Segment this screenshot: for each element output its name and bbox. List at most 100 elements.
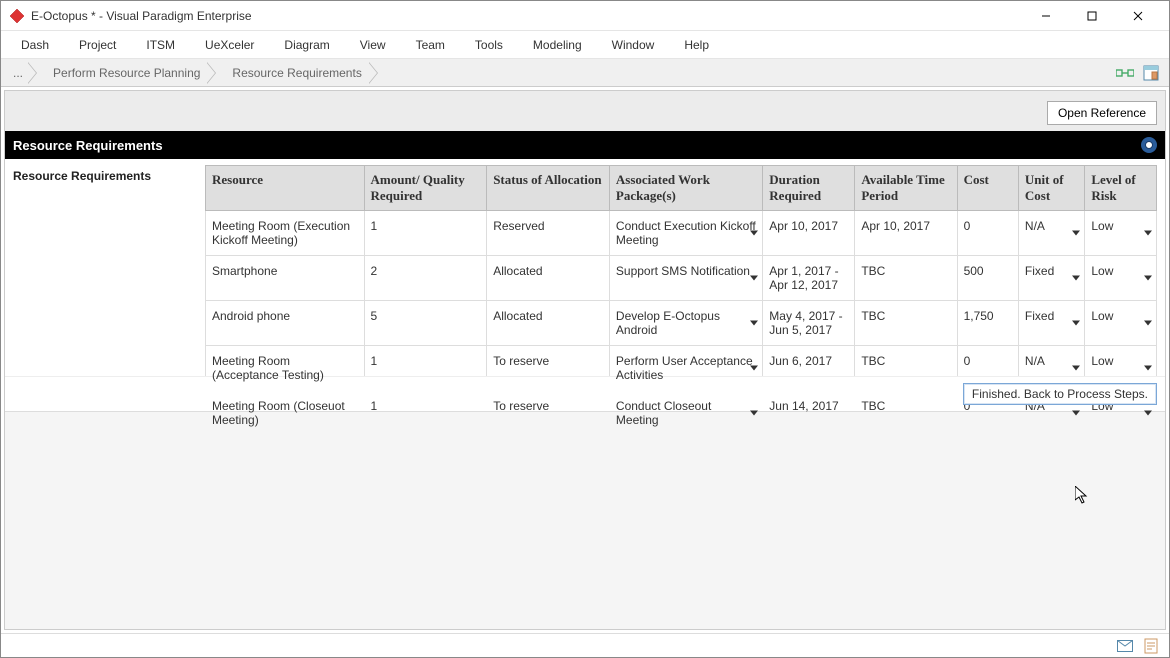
dropdown-caret-icon[interactable]: [1144, 276, 1152, 281]
cell-resource[interactable]: Meeting Room (Acceptance Testing): [206, 346, 365, 391]
cell-available[interactable]: TBC: [855, 256, 957, 301]
cell-available[interactable]: Apr 10, 2017: [855, 211, 957, 256]
breadcrumb-item-0[interactable]: Perform Resource Planning: [39, 62, 218, 84]
cell-amount[interactable]: 5: [364, 301, 487, 346]
cell-cost[interactable]: 0: [957, 211, 1018, 256]
menubar: Dash Project ITSM UeXceler Diagram View …: [1, 31, 1169, 59]
dropdown-caret-icon[interactable]: [1072, 321, 1080, 326]
cell-risk[interactable]: Low: [1085, 301, 1157, 346]
cell-package[interactable]: Develop E-Octopus Android: [609, 301, 762, 346]
cell-status[interactable]: To reserve: [487, 346, 610, 391]
table-row[interactable]: Meeting Room (Execution Kickoff Meeting)…: [206, 211, 1157, 256]
cell-available[interactable]: TBC: [855, 391, 957, 436]
dropdown-caret-icon[interactable]: [1072, 231, 1080, 236]
panel-header-title: Resource Requirements: [13, 138, 163, 153]
dropdown-caret-icon[interactable]: [1072, 366, 1080, 371]
cell-unit[interactable]: Fixed: [1018, 256, 1084, 301]
menu-modeling[interactable]: Modeling: [523, 34, 592, 56]
cell-duration[interactable]: Jun 14, 2017: [763, 391, 855, 436]
cell-package[interactable]: Perform User Acceptance Activities: [609, 346, 762, 391]
cell-amount[interactable]: 1: [364, 346, 487, 391]
close-button[interactable]: [1115, 1, 1161, 31]
menu-help[interactable]: Help: [674, 34, 719, 56]
dropdown-caret-icon[interactable]: [750, 411, 758, 416]
th-available[interactable]: Available Time Period: [855, 166, 957, 211]
toolbar-diagram-icon[interactable]: [1115, 63, 1135, 83]
cell-amount[interactable]: 1: [364, 211, 487, 256]
dropdown-caret-icon[interactable]: [1072, 411, 1080, 416]
dropdown-caret-icon[interactable]: [750, 276, 758, 281]
table-row[interactable]: Smartphone2AllocatedSupport SMS Notifica…: [206, 256, 1157, 301]
th-duration[interactable]: Duration Required: [763, 166, 855, 211]
cell-status[interactable]: Allocated: [487, 256, 610, 301]
dropdown-caret-icon[interactable]: [750, 231, 758, 236]
cell-resource[interactable]: Meeting Room (Execution Kickoff Meeting): [206, 211, 365, 256]
mail-icon[interactable]: [1117, 638, 1133, 654]
th-unit[interactable]: Unit of Cost: [1018, 166, 1084, 211]
menu-dash[interactable]: Dash: [11, 34, 59, 56]
cell-package[interactable]: Conduct Closeout Meeting: [609, 391, 762, 436]
cell-duration[interactable]: May 4, 2017 - Jun 5, 2017: [763, 301, 855, 346]
cell-resource[interactable]: Android phone: [206, 301, 365, 346]
toolbar-panel-icon[interactable]: [1141, 63, 1161, 83]
breadcrumb-item-1[interactable]: Resource Requirements: [218, 62, 379, 84]
menu-itsm[interactable]: ITSM: [136, 34, 185, 56]
cell-duration[interactable]: Apr 1, 2017 - Apr 12, 2017: [763, 256, 855, 301]
open-reference-button[interactable]: Open Reference: [1047, 101, 1157, 125]
dropdown-caret-icon[interactable]: [1072, 276, 1080, 281]
th-resource[interactable]: Resource: [206, 166, 365, 211]
dropdown-caret-icon[interactable]: [750, 366, 758, 371]
menu-view[interactable]: View: [350, 34, 396, 56]
cell-cost[interactable]: 500: [957, 256, 1018, 301]
dropdown-caret-icon[interactable]: [1144, 366, 1152, 371]
cell-status[interactable]: Reserved: [487, 211, 610, 256]
cell-resource[interactable]: Smartphone: [206, 256, 365, 301]
content-frame: Open Reference Resource Requirements Res…: [4, 90, 1166, 630]
th-package[interactable]: Associated Work Package(s): [609, 166, 762, 211]
cell-available[interactable]: TBC: [855, 346, 957, 391]
dropdown-caret-icon[interactable]: [1144, 411, 1152, 416]
dropdown-caret-icon[interactable]: [750, 321, 758, 326]
breadcrumb-overflow[interactable]: ...: [5, 62, 39, 84]
menu-diagram[interactable]: Diagram: [274, 34, 339, 56]
cell-available[interactable]: TBC: [855, 301, 957, 346]
panel-header: Resource Requirements: [5, 131, 1165, 159]
menu-team[interactable]: Team: [406, 34, 455, 56]
cell-amount[interactable]: 1: [364, 391, 487, 436]
cell-cost[interactable]: 1,750: [957, 301, 1018, 346]
menu-window[interactable]: Window: [602, 34, 665, 56]
th-risk[interactable]: Level of Risk: [1085, 166, 1157, 211]
window-title: E-Octopus * - Visual Paradigm Enterprise: [31, 9, 1023, 23]
menu-tools[interactable]: Tools: [465, 34, 513, 56]
breadcrumb: ... Perform Resource Planning Resource R…: [1, 59, 1169, 87]
statusbar: [1, 633, 1169, 657]
cell-duration[interactable]: Jun 6, 2017: [763, 346, 855, 391]
note-icon[interactable]: [1143, 638, 1159, 654]
menu-project[interactable]: Project: [69, 34, 126, 56]
menu-uexceler[interactable]: UeXceler: [195, 34, 264, 56]
minimize-button[interactable]: [1023, 1, 1069, 31]
side-label: Resource Requirements: [5, 159, 205, 376]
table-row[interactable]: Android phone5AllocatedDevelop E-Octopus…: [206, 301, 1157, 346]
cell-package[interactable]: Support SMS Notification: [609, 256, 762, 301]
titlebar: E-Octopus * - Visual Paradigm Enterprise: [1, 1, 1169, 31]
maximize-button[interactable]: [1069, 1, 1115, 31]
cell-resource[interactable]: Meeting Room (Closeuot Meeting): [206, 391, 365, 436]
finished-button[interactable]: Finished. Back to Process Steps.: [963, 383, 1157, 405]
dropdown-caret-icon[interactable]: [1144, 321, 1152, 326]
cell-unit[interactable]: N/A: [1018, 211, 1084, 256]
cell-status[interactable]: Allocated: [487, 301, 610, 346]
target-icon[interactable]: [1141, 137, 1157, 153]
app-icon: [9, 8, 25, 24]
th-status[interactable]: Status of Allocation: [487, 166, 610, 211]
cell-amount[interactable]: 2: [364, 256, 487, 301]
dropdown-caret-icon[interactable]: [1144, 231, 1152, 236]
cell-risk[interactable]: Low: [1085, 256, 1157, 301]
th-amount[interactable]: Amount/ Quality Required: [364, 166, 487, 211]
cell-package[interactable]: Conduct Execution Kickoff Meeting: [609, 211, 762, 256]
cell-duration[interactable]: Apr 10, 2017: [763, 211, 855, 256]
cell-risk[interactable]: Low: [1085, 211, 1157, 256]
cell-unit[interactable]: Fixed: [1018, 301, 1084, 346]
th-cost[interactable]: Cost: [957, 166, 1018, 211]
cell-status[interactable]: To reserve: [487, 391, 610, 436]
